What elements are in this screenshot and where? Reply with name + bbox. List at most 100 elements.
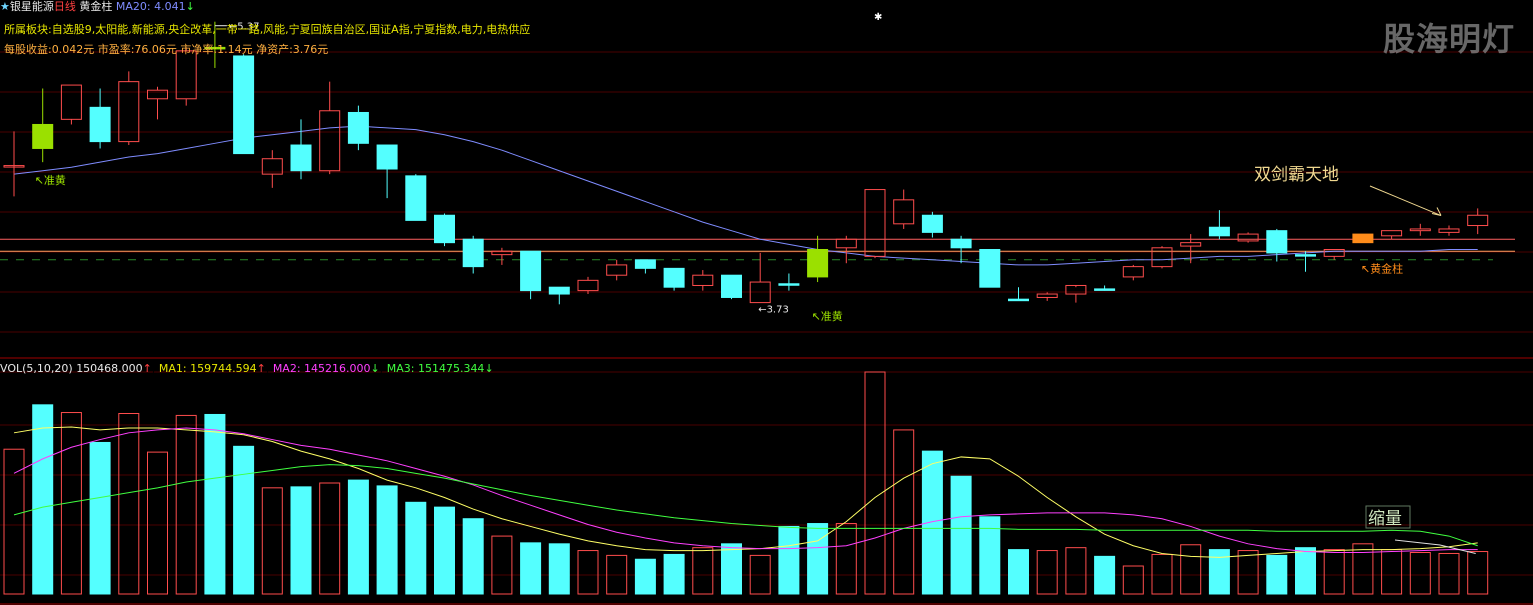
volume-bar <box>290 486 312 595</box>
candle <box>60 84 82 125</box>
sector-list: 所属板块:自选股9,太阳能,新能源,央企改革,一带一路,风能,宁夏回族自治区,国… <box>4 23 531 36</box>
candle-body <box>1467 214 1489 227</box>
candle-body <box>1036 293 1058 298</box>
volume-bar <box>347 479 369 595</box>
ma2-arrow-icon: ↓ <box>370 362 380 375</box>
volume-bar <box>233 445 255 595</box>
volume-bar <box>835 523 857 595</box>
volume-bar <box>1208 549 1230 595</box>
candle-body <box>434 214 455 244</box>
volume-header: VOL(5,10,20) 150468.000↑, MA1: 159744.59… <box>0 362 494 375</box>
volume-bar <box>147 451 168 595</box>
volume-bar <box>491 535 513 595</box>
candle <box>261 150 283 188</box>
candle <box>692 270 714 291</box>
candle-body <box>778 283 800 286</box>
volume-bar <box>778 525 800 595</box>
volume-bar <box>405 501 427 595</box>
volume-bar <box>807 523 829 595</box>
candle <box>347 105 369 151</box>
candle <box>1295 251 1316 272</box>
volume-bar <box>663 553 685 595</box>
candle <box>577 276 599 295</box>
ma1-arrow-icon: ↑ <box>256 362 266 375</box>
volume-bar <box>634 558 656 595</box>
low-price-label: ←3.73 <box>758 305 789 316</box>
candle <box>3 131 25 197</box>
candle <box>434 213 455 247</box>
shuangjian-annotation: 双剑霸天地 <box>1254 165 1339 185</box>
volume-bar <box>1151 553 1173 595</box>
shuangjian-arrow-line <box>1369 185 1442 216</box>
candle-body <box>118 81 140 143</box>
volume-bar <box>175 414 197 595</box>
candle-body <box>376 144 398 170</box>
volume-bar <box>1295 547 1316 595</box>
candle <box>89 88 111 149</box>
candle <box>1065 284 1087 303</box>
candle-body <box>1122 266 1144 278</box>
candle <box>979 249 1001 288</box>
grid-lines <box>0 51 1533 605</box>
indicator-name: 黄金柱 <box>79 0 113 13</box>
volume-bar <box>692 547 714 595</box>
candle-body <box>520 250 542 292</box>
volume-bar <box>462 518 484 595</box>
candle <box>835 235 857 264</box>
volume-bar <box>319 482 341 595</box>
candle <box>1094 285 1116 291</box>
candle <box>634 259 656 274</box>
candle <box>921 211 943 238</box>
volume-bar <box>1122 565 1144 595</box>
candle <box>1381 230 1403 240</box>
volume-bar <box>204 413 226 595</box>
candle-body <box>1323 249 1345 257</box>
volume-bar <box>1036 550 1058 595</box>
candle-body <box>290 144 312 172</box>
candle-body <box>921 214 943 233</box>
candle <box>1122 264 1144 281</box>
candle <box>1409 223 1431 236</box>
volume-bar <box>1381 549 1403 595</box>
period-label[interactable]: 日线 <box>54 0 76 13</box>
candle <box>950 235 972 264</box>
candle-body <box>577 279 599 292</box>
candle <box>1036 292 1058 301</box>
candle-body <box>405 175 427 221</box>
volume-bar <box>434 506 455 595</box>
fundamentals-row: 每股收益:0.042元 市盈率:76.06元 市净率:1.14元 净资产:3.7… <box>4 43 329 56</box>
candle <box>1208 210 1230 240</box>
candle <box>749 252 771 304</box>
volume-bar <box>921 450 943 595</box>
volume-bar <box>1065 547 1087 595</box>
volume-bar <box>1467 551 1489 595</box>
candle-body <box>663 267 685 288</box>
volume-bar <box>721 543 742 595</box>
candle <box>290 119 312 180</box>
stock-name[interactable]: 银星能源 <box>10 0 54 13</box>
candle-body <box>835 238 857 249</box>
candle <box>1438 225 1460 236</box>
candle <box>491 247 513 265</box>
volume-bar <box>1352 543 1374 595</box>
candle-body <box>950 238 972 249</box>
candle-body <box>864 189 886 257</box>
volume-bar <box>1409 551 1431 595</box>
reference-lines <box>0 238 1515 261</box>
vol-ma3: MA3: 151475.344 <box>386 362 485 375</box>
candle-body <box>606 264 628 276</box>
volume-bar <box>950 475 972 595</box>
vol-value: 150468.000 <box>76 362 143 375</box>
volume-bar <box>864 371 886 595</box>
candle-body <box>1409 228 1431 232</box>
candle <box>1008 287 1029 302</box>
candle-body <box>1180 242 1202 247</box>
volume-bar <box>520 542 542 595</box>
vol-ma1: MA1: 159744.594 <box>158 362 257 375</box>
volume-bar <box>3 448 25 595</box>
vol-arrow-icon: ↑ <box>142 362 152 375</box>
volume-bar <box>893 429 915 595</box>
candle-body <box>233 55 255 155</box>
candle-body <box>634 259 656 269</box>
kline-chart: ←5.37←3.73↖准黄↖准黄↖黄金柱双剑霸天地缩量✱ <box>0 12 1533 605</box>
